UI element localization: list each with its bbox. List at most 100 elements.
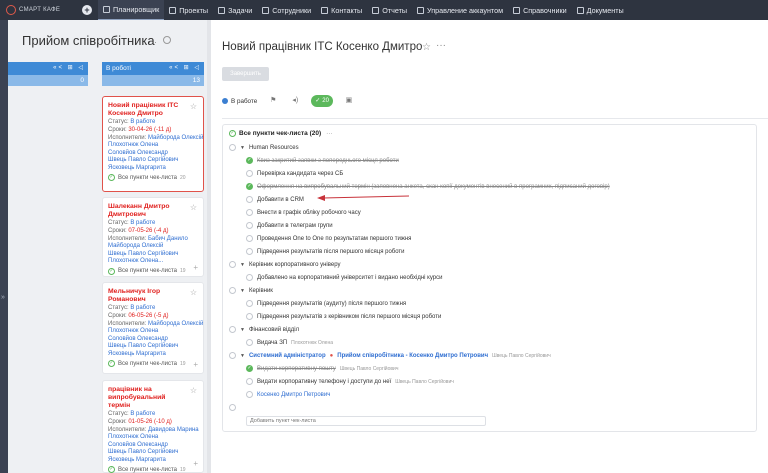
checklist-item[interactable]: Перевірка кандидата через СБ <box>246 170 343 177</box>
checklist-item[interactable]: Підведення результатів (аудиту) після пе… <box>246 300 406 307</box>
checkbox[interactable] <box>229 144 236 151</box>
checklist-item[interactable]: Видати корпоративну телефону і доступи д… <box>246 378 454 385</box>
card-person[interactable]: Швець Павло Сергійович <box>108 343 198 351</box>
nav-reports[interactable]: Отчеты <box>367 0 412 20</box>
checklist-group[interactable]: ▼ Керівник корпоративного універу <box>229 261 340 268</box>
task-card[interactable]: працівник на випробувальний термін ☆ Ста… <box>102 380 204 473</box>
check-done-icon[interactable]: ✓ <box>246 183 253 190</box>
checkbox[interactable] <box>246 222 253 229</box>
flag-icon[interactable]: ⚑ <box>267 95 279 107</box>
comment-icon[interactable]: ▣ <box>343 95 355 107</box>
checklist-counter-button[interactable]: ✓ 20 <box>311 95 333 107</box>
checkbox[interactable] <box>246 391 253 398</box>
checklist-group[interactable]: ▼ Керівник <box>229 287 273 294</box>
checkbox[interactable] <box>246 313 253 320</box>
card-checklist[interactable]: ✓ Все пункти чек-листа 19 <box>108 360 198 368</box>
nav-projects[interactable]: Проекты <box>164 0 213 20</box>
caret-down-icon[interactable]: ▼ <box>240 288 245 294</box>
card-person[interactable]: Майборода Олексій <box>108 243 198 251</box>
card-title[interactable]: Шалеканн Дмитро Дмитрович <box>108 203 184 219</box>
checkbox[interactable] <box>246 300 253 307</box>
checkbox[interactable] <box>246 248 253 255</box>
nav-contacts[interactable]: Контакты <box>316 0 367 20</box>
star-icon[interactable]: ☆ <box>190 102 197 111</box>
checklist-group[interactable]: ▼ Human Resources <box>229 144 299 151</box>
checkbox[interactable] <box>246 209 253 216</box>
add-icon[interactable]: + <box>193 360 198 369</box>
checkbox[interactable] <box>229 287 236 294</box>
checklist-item[interactable]: Добавити в телеграм групи <box>246 222 333 229</box>
nav-account[interactable]: Управление аккаунтом <box>412 0 508 20</box>
checklist-header[interactable]: ✓ Все пункти чек-листа (20) ··· <box>229 130 333 137</box>
caret-down-icon[interactable]: ▼ <box>240 353 245 359</box>
card-checklist[interactable]: ✓ Все пункти чек-листа 19 <box>108 267 198 275</box>
card-person[interactable]: Швець Павло Сергійович <box>108 449 198 457</box>
checklist-item[interactable]: Добавити в CRM <box>246 196 304 203</box>
nav-documents[interactable]: Документы <box>572 0 629 20</box>
card-title[interactable]: Новий працівник ІТС Косенко Дмитро <box>108 102 184 118</box>
checklist-item[interactable]: ✓ Видати корпоративну пошту Швець Павло Се… <box>246 365 398 372</box>
task-card[interactable]: Шалеканн Дмитро Дмитрович ☆ Статус: В ра… <box>102 197 204 277</box>
search-icon[interactable] <box>163 36 171 44</box>
checklist-item[interactable]: Проведення One to One по результатам пер… <box>246 235 411 242</box>
card-title[interactable]: працівник на випробувальний термін <box>108 386 184 410</box>
task-card[interactable]: Новий працівник ІТС Косенко Дмитро ☆ Ста… <box>102 96 204 192</box>
status-selector[interactable]: В работе <box>222 98 257 105</box>
caret-down-icon[interactable]: ▼ <box>240 145 245 151</box>
add-icon[interactable]: + <box>193 459 198 468</box>
board-menu-button[interactable]: ··· <box>148 37 157 47</box>
nav-tasks[interactable]: Задачи <box>213 0 257 20</box>
task-card[interactable]: Мельничук Ігор Романович ☆ Статус: В раб… <box>102 282 204 374</box>
checkbox[interactable] <box>229 261 236 268</box>
logo[interactable]: СМАРТ КАФЕ <box>0 0 80 20</box>
card-person[interactable]: Ясковець Маргарита <box>108 351 198 359</box>
checkbox[interactable] <box>246 378 253 385</box>
card-person[interactable]: Швець Павло Сергійович <box>108 251 198 259</box>
column-controls-icon[interactable]: «< ⊞ ◁ <box>53 64 85 71</box>
checklist-item[interactable]: Добавлено на корпоративний університет і… <box>246 274 443 281</box>
checkbox[interactable] <box>246 170 253 177</box>
create-button[interactable]: + <box>82 5 92 15</box>
checklist-item[interactable]: Видача ЗП Плохотнюк Олена <box>246 339 333 346</box>
checklist-item[interactable]: Косенко Дмитро Петрович <box>246 391 330 398</box>
card-title[interactable]: Мельничук Ігор Романович <box>108 288 184 304</box>
star-icon[interactable]: ☆ <box>422 42 431 53</box>
card-person[interactable]: Плохотнюк Олена <box>108 328 198 336</box>
expand-arrows-icon[interactable]: » <box>1 294 5 301</box>
card-person[interactable]: Плохотнюк Олена <box>108 142 198 150</box>
sound-icon[interactable]: ◂) <box>289 95 301 107</box>
nav-directories[interactable]: Справочники <box>508 0 572 20</box>
nav-planner[interactable]: Планировщик <box>98 0 165 20</box>
checklist-item[interactable]: Внести в графік обліку робочого часу <box>246 209 361 216</box>
checkbox[interactable] <box>229 326 236 333</box>
card-checklist[interactable]: ✓ Все пункти чек-листа 20 <box>108 174 198 182</box>
task-menu-button[interactable]: ··· <box>436 40 446 51</box>
checklist-group[interactable]: ▼ Фінансовий відділ <box>229 326 299 333</box>
star-icon[interactable]: ☆ <box>190 288 197 297</box>
checklist-item[interactable]: Підведення результатів з керівником післ… <box>246 313 441 320</box>
checkbox[interactable] <box>246 339 253 346</box>
checkbox[interactable] <box>246 235 253 242</box>
card-person[interactable]: Ясковець Маргарита <box>108 165 198 173</box>
check-done-icon[interactable]: ✓ <box>246 365 253 372</box>
star-icon[interactable]: ☆ <box>190 203 197 212</box>
caret-down-icon[interactable]: ▼ <box>240 262 245 268</box>
card-person[interactable]: Ясковець Маргарита <box>108 457 198 465</box>
add-checklist-item-input[interactable] <box>246 416 486 426</box>
check-done-icon[interactable]: ✓ <box>246 157 253 164</box>
checklist-item[interactable]: ✓ Оформлення на випробувальний термін (за… <box>246 183 610 190</box>
card-checklist[interactable]: ✓ Все пункти чек-листа 19 <box>108 466 198 473</box>
finish-button[interactable]: Завершить <box>222 67 269 81</box>
checkbox[interactable] <box>246 274 253 281</box>
checkbox[interactable] <box>246 196 253 203</box>
checkbox[interactable] <box>229 404 236 411</box>
column-controls-icon[interactable]: «< ⊞ ◁ <box>169 64 201 71</box>
nav-employees[interactable]: Сотрудники <box>257 0 316 20</box>
add-icon[interactable]: + <box>193 263 198 272</box>
card-person[interactable]: Плохотнюк Олена... <box>108 258 198 266</box>
card-person[interactable]: Швець Павло Сергійович <box>108 157 198 165</box>
star-icon[interactable]: ☆ <box>190 386 197 395</box>
checkbox[interactable] <box>229 352 236 359</box>
checklist-item-empty[interactable] <box>229 404 236 411</box>
checklist-group[interactable]: ▼ Системний адміністратор ● Прийом співробі… <box>229 352 551 359</box>
